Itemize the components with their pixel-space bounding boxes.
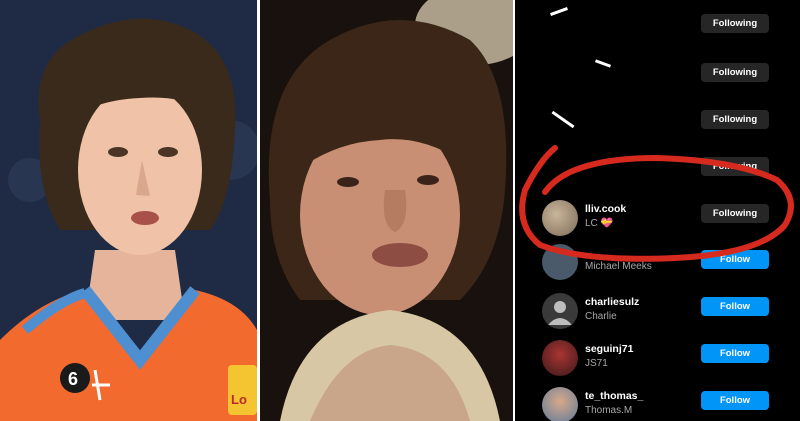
jersey-number: 6 xyxy=(68,369,78,389)
selfie-photo-panel xyxy=(260,0,513,421)
player-photo: 6 Lo xyxy=(0,0,257,421)
following-list-panel: Following Following Following Following … xyxy=(515,0,800,421)
red-annotation-circle xyxy=(519,145,794,262)
selfie-photo xyxy=(260,0,513,421)
player-photo-panel: 6 Lo xyxy=(0,0,257,421)
sponsor-badge: Lo xyxy=(231,392,247,407)
